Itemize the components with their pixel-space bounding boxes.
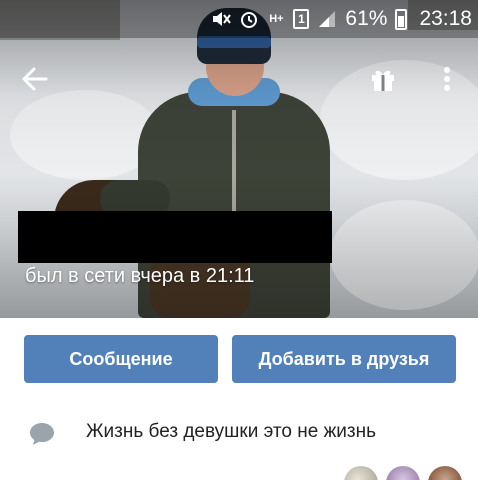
avatar[interactable]	[428, 466, 462, 480]
more-vertical-icon	[444, 67, 450, 91]
gift-icon	[372, 70, 394, 91]
system-status-bar: H+ 1 61% 23:18	[0, 0, 478, 38]
speech-bubble-icon	[30, 423, 54, 445]
mute-icon	[211, 9, 232, 29]
signal-icon	[317, 9, 337, 29]
arrow-left-icon	[22, 67, 48, 91]
avatar[interactable]	[344, 466, 378, 480]
battery-icon	[395, 8, 408, 30]
add-friend-button[interactable]: Добавить в друзья	[232, 335, 456, 383]
profile-name-redacted	[18, 211, 332, 263]
sim-icon: 1	[293, 9, 310, 29]
back-button[interactable]	[18, 62, 52, 96]
profile-status: Жизнь без девушки это не жизнь	[28, 418, 376, 448]
more-options-button[interactable]	[436, 62, 458, 96]
status-text: Жизнь без девушки это не жизнь	[86, 421, 377, 442]
avatar[interactable]	[386, 466, 420, 480]
network-label: H+	[269, 13, 284, 25]
message-button[interactable]: Сообщение	[24, 335, 218, 383]
friends-avatars[interactable]	[344, 466, 462, 480]
clock: 23:18	[419, 7, 472, 30]
last-seen-text: был в сети вчера в 21:11	[25, 265, 255, 287]
send-gift-button[interactable]	[368, 64, 398, 94]
status-icons: H+ 1 61% 23:18	[211, 7, 472, 31]
network-icon: H+	[267, 9, 285, 29]
battery-percent: 61%	[345, 7, 388, 30]
alarm-icon	[239, 9, 259, 29]
sim-label: 1	[298, 12, 305, 26]
